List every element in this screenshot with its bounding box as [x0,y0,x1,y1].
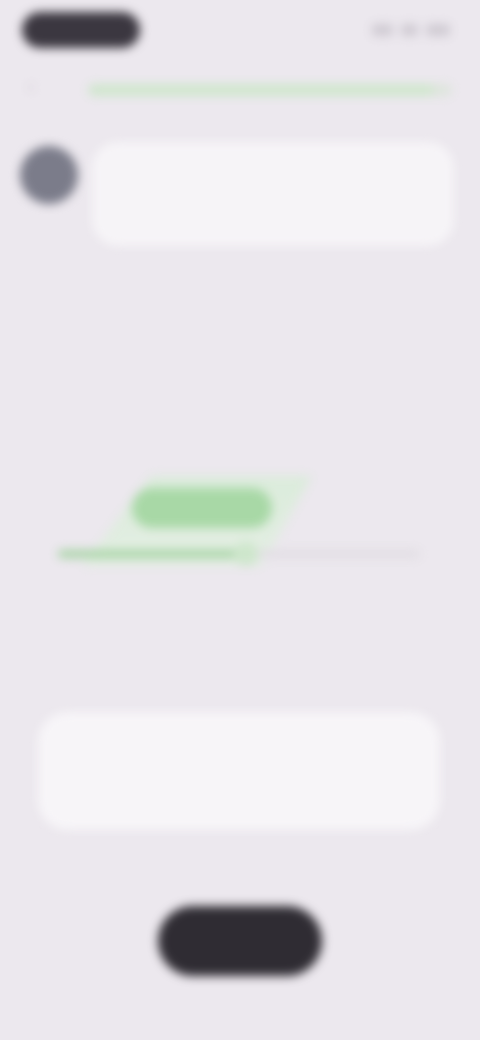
blurred-content: ‹ [0,0,480,1040]
progress-fill [88,84,434,96]
progress-bar [88,84,452,96]
question-bubble [92,142,454,246]
slider-track[interactable] [58,542,420,566]
signal-icon [372,24,393,36]
value-caption [150,362,330,378]
slider-fill [58,550,247,558]
value-number [170,384,310,464]
value-unit [312,430,362,452]
footer-hint [130,856,350,872]
value-slider[interactable] [52,470,428,570]
avatar [20,146,78,204]
continue-button[interactable] [158,906,322,976]
info-card [38,712,440,830]
slider-handle[interactable] [234,542,259,566]
battery-icon [425,24,450,36]
slider-value-pill [132,488,272,528]
wifi-icon [400,24,418,36]
screen: ‹ [0,0,480,1040]
status-icons [372,24,450,38]
status-time [22,12,140,48]
slider-ticks [52,590,442,610]
chevron-left-icon[interactable]: ‹ [20,76,42,98]
